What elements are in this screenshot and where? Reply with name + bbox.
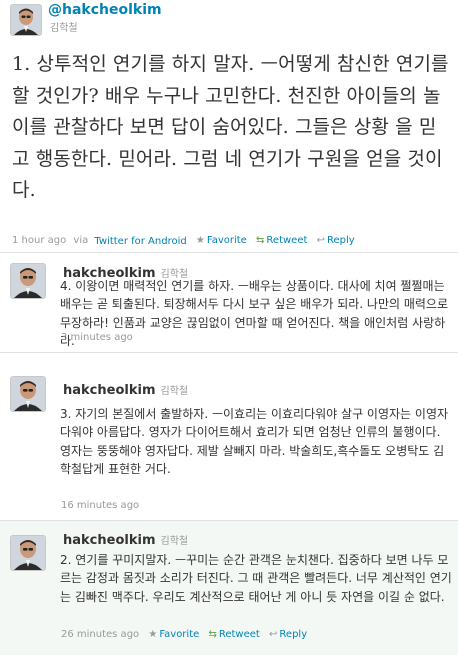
main-tweet-text: 1. 상투적인 연기를 하지 말자. ㅡ어떻게 참신한 연기를 할 것인가? 배… bbox=[12, 53, 449, 202]
reply-button[interactable]: ↩ Reply bbox=[269, 629, 307, 641]
tweet-screen-name[interactable]: hakcheolkim bbox=[63, 533, 156, 548]
avatar[interactable] bbox=[10, 535, 46, 571]
tweet-full-name: 김학철 bbox=[160, 386, 189, 397]
retweet-icon: ⇆ bbox=[208, 629, 217, 640]
avatar-photo bbox=[11, 377, 45, 411]
tweet-item[interactable]: hakcheolkim 김학철 3. 자기의 본질에서 출발하자. ㅡ이효리는 이… bbox=[0, 352, 458, 521]
star-icon: ★ bbox=[148, 629, 158, 640]
retweet-label: Retweet bbox=[218, 629, 260, 640]
avatar[interactable] bbox=[10, 263, 46, 299]
avatar-photo bbox=[11, 264, 45, 298]
client-link[interactable]: Twitter for Android bbox=[94, 236, 186, 247]
main-screen-name[interactable]: @hakcheolkim bbox=[48, 2, 162, 18]
tweet-header: hakcheolkim 김학철 bbox=[63, 379, 188, 398]
tweet-meta: 26 minutes ago ★ Favorite ⇆ Retweet ↩ Reply bbox=[61, 629, 307, 643]
star-icon: ★ bbox=[195, 235, 205, 246]
tweet-time[interactable]: 3 minutes ago bbox=[61, 332, 133, 343]
tweet-full-name: 김학철 bbox=[160, 536, 189, 547]
tweet-screen-name[interactable]: hakcheolkim bbox=[63, 383, 156, 398]
tweet-text: 3. 자기의 본질에서 출발하자. ㅡ이효리는 이효리다워야 살구 이영자는 이… bbox=[60, 407, 449, 476]
main-full-name: 김학철 bbox=[50, 23, 78, 34]
avatar[interactable] bbox=[10, 4, 42, 36]
favorite-label: Favorite bbox=[159, 629, 200, 640]
tweet-time[interactable]: 16 minutes ago bbox=[61, 500, 139, 511]
tweet-header: hakcheolkim 김학철 bbox=[63, 529, 188, 548]
reply-icon: ↩ bbox=[316, 235, 325, 246]
tweet-time[interactable]: 26 minutes ago bbox=[61, 629, 139, 640]
tweet-item[interactable]: hakcheolkim 김학철 4. 이왕이면 매력적인 연기를 하자. ㅡ배우는… bbox=[0, 252, 458, 353]
avatar[interactable] bbox=[10, 376, 46, 412]
main-tweet-meta: 1 hour ago via Twitter for Android ★ Favo… bbox=[12, 235, 355, 249]
main-tweet-time[interactable]: 1 hour ago bbox=[12, 235, 66, 246]
avatar-photo bbox=[11, 536, 45, 570]
retweet-button[interactable]: ⇆ Retweet bbox=[208, 629, 259, 641]
reply-icon: ↩ bbox=[269, 629, 278, 640]
tweet-item[interactable]: hakcheolkim 김학철 2. 연기를 꾸미지말자. ㅡ꾸미는 순간 관객은… bbox=[0, 520, 458, 655]
favorite-button[interactable]: ★ Favorite bbox=[196, 235, 247, 247]
retweet-icon: ⇆ bbox=[256, 235, 265, 246]
reply-label: Reply bbox=[279, 629, 308, 640]
retweet-button[interactable]: ⇆ Retweet bbox=[256, 235, 307, 247]
favorite-button[interactable]: ★ Favorite bbox=[148, 629, 199, 641]
avatar-photo bbox=[11, 5, 41, 35]
reply-button[interactable]: ↩ Reply bbox=[317, 235, 355, 247]
favorite-label: Favorite bbox=[206, 235, 247, 246]
via-label: via bbox=[73, 235, 89, 247]
reply-label: Reply bbox=[326, 235, 355, 246]
main-tweet: @hakcheolkim 김학철 1. 상투적인 연기를 하지 말자. ㅡ어떻게… bbox=[0, 0, 458, 252]
tweet-text: 2. 연기를 꾸미지말자. ㅡ꾸미는 순간 관객은 눈치챈다. 집중하다 보면 … bbox=[60, 553, 452, 604]
retweet-label: Retweet bbox=[266, 235, 308, 246]
